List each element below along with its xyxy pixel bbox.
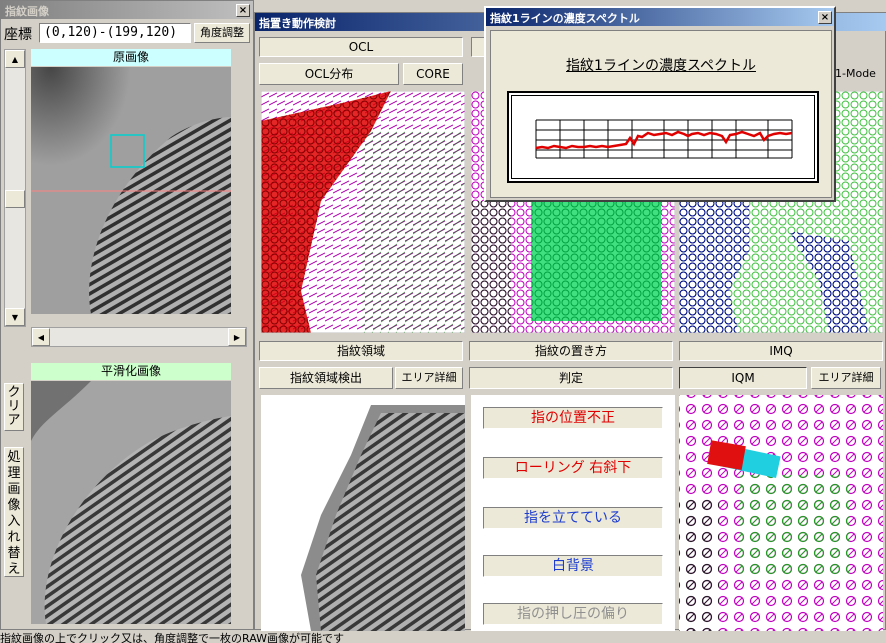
fingerprint-region-graphic <box>301 405 465 631</box>
region-detect-button[interactable]: 指紋領域検出 <box>259 367 393 389</box>
popup-titlebar: 指紋1ラインの濃度スペクトル <box>486 8 834 26</box>
area-detail-button-1[interactable]: エリア詳細 <box>395 367 463 389</box>
area-detail-button-2[interactable]: エリア詳細 <box>811 367 881 389</box>
judgement-panel: 指の位置不正 ローリング 右斜下 指を立てている 白背景 指の押し圧の偏り <box>471 395 675 631</box>
mode-label: 1-Mode <box>835 67 876 80</box>
original-fingerprint-graphic <box>31 67 231 314</box>
scroll-left-icon[interactable]: ◀ <box>32 328 50 346</box>
smoothed-fingerprint-image[interactable] <box>31 381 231 624</box>
fingerprint-window-titlebar: 指紋画像 <box>1 1 253 19</box>
status-bar: 指紋画像の上でクリック又は、角度調整で一枚のRAW画像が可能です <box>0 632 344 643</box>
imq-label: IMQ <box>679 341 883 361</box>
close-icon[interactable]: × <box>236 4 250 17</box>
judgement-item-rolling: ローリング 右斜下 <box>483 457 663 479</box>
spectrum-chart-inner <box>511 95 815 179</box>
judgement-item-pressure: 指の押し圧の偏り <box>483 603 663 625</box>
clear-button-label: クリア <box>7 385 21 428</box>
angle-adjust-button[interactable]: 角度調整 <box>194 23 250 43</box>
ocl-orientation-graphic <box>261 91 465 333</box>
coord-label: 座標 <box>4 27 32 43</box>
horizontal-scrollbar[interactable]: ◀ ▶ <box>31 327 247 347</box>
judgement-text-pressure: 指の押し圧の偏り <box>517 606 629 622</box>
judgement-item-upright: 指を立てている <box>483 507 663 529</box>
scroll-up-icon[interactable]: ▲ <box>5 50 25 68</box>
judgement-item-background: 白背景 <box>483 555 663 577</box>
ocl-label: OCL <box>259 37 463 57</box>
vertical-scrollbar[interactable]: ▲ ▼ <box>4 49 26 327</box>
swap-image-button-label: 処理画像入れ替え <box>7 450 21 577</box>
spectrum-popup-window: 指紋1ラインの濃度スペクトル × 指紋1ラインの濃度スペクトル <box>484 6 836 202</box>
original-fingerprint-image[interactable] <box>31 67 231 314</box>
iqm-grid-graphic <box>679 395 883 631</box>
coord-field[interactable]: (0,120)-(199,120) <box>39 23 191 43</box>
scroll-thumb[interactable] <box>5 190 25 208</box>
main-window-title: 指置き動作検討 <box>259 17 336 30</box>
popup-heading: 指紋1ラインの濃度スペクトル <box>566 58 756 74</box>
smoothed-image-label: 平滑化画像 <box>31 363 231 380</box>
popup-content: 指紋1ラインの濃度スペクトル <box>490 30 832 198</box>
clear-button[interactable]: クリア <box>4 383 24 431</box>
judgement-text-rolling: ローリング 右斜下 <box>514 460 632 476</box>
fingerprint-region-label: 指紋領域 <box>259 341 463 361</box>
judgement-item-position: 指の位置不正 <box>483 407 663 429</box>
original-image-label: 原画像 <box>31 49 231 66</box>
scroll-right-icon[interactable]: ▶ <box>228 328 246 346</box>
scroll-down-icon[interactable]: ▼ <box>5 308 25 326</box>
coord-value: (0,120)-(199,120) <box>44 25 178 40</box>
placement-method-label: 指紋の置き方 <box>469 341 673 361</box>
judgement-text-position: 指の位置不正 <box>531 410 615 426</box>
smoothed-fingerprint-graphic <box>31 381 231 624</box>
ocl-orientation-map[interactable] <box>261 91 465 333</box>
popup-title: 指紋1ラインの濃度スペクトル <box>490 12 640 25</box>
iqm-button[interactable]: IQM <box>679 367 807 389</box>
spectrum-chart-frame <box>507 91 819 183</box>
judgement-text-background: 白背景 <box>552 558 594 574</box>
iqm-grid[interactable] <box>679 395 883 631</box>
fingerprint-image-window: 指紋画像 × 座標 (0,120)-(199,120) 角度調整 ▲ ▼ 原画像 <box>0 0 254 630</box>
popup-close-icon[interactable]: × <box>818 11 832 24</box>
fingerprint-region-image[interactable] <box>261 395 465 631</box>
core-button[interactable]: CORE <box>403 63 463 85</box>
swap-image-button[interactable]: 処理画像入れ替え <box>4 447 24 577</box>
judgement-label: 判定 <box>469 367 673 389</box>
judgement-text-upright: 指を立てている <box>524 510 622 526</box>
ocl-distribution-button[interactable]: OCL分布 <box>259 63 399 85</box>
spectrum-chart <box>535 119 793 159</box>
fingerprint-window-title: 指紋画像 <box>5 5 49 18</box>
